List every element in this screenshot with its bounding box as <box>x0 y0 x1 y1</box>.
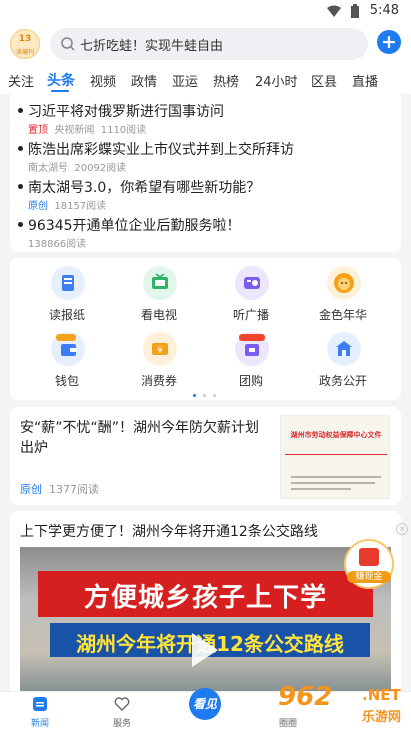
government-icon <box>327 332 361 366</box>
search-placeholder: 七折吃蛙！实现牛蛙自由 <box>80 39 224 54</box>
thumbnail-text-line <box>291 476 381 478</box>
battery-icon <box>351 4 359 18</box>
tv-icon <box>143 266 177 300</box>
play-icon[interactable] <box>192 633 218 667</box>
service-label: 政务公开 <box>318 374 367 388</box>
nav-label: 服务 <box>112 719 131 729</box>
wallet-icon <box>51 332 85 366</box>
service-label: 读报纸 <box>48 308 85 322</box>
plus-icon: + <box>381 31 397 53</box>
nav-label: 看见 <box>192 697 217 711</box>
news-title: 陈浩出席彩蝶实业上市仪式并到上交所拜访 <box>28 142 294 158</box>
app-logo[interactable]: 13 读编刊 <box>10 29 40 59</box>
newspaper-icon <box>51 266 85 300</box>
article-title: 上下学更方便了！湖州今年将开通12条公交路线 <box>20 524 318 540</box>
video-banner-top: 方便城乡孩子上下学 <box>38 571 373 617</box>
status-bar: 5:48 <box>0 0 411 24</box>
tab-hot-list[interactable]: 热榜 <box>213 71 239 90</box>
service-label: 团购 <box>238 374 263 388</box>
watermark-number: 962 <box>278 682 333 712</box>
radio-icon <box>235 266 269 300</box>
news-meta: 置顶 央视新闻 1110阅读 <box>28 121 146 136</box>
page-dot-active <box>193 394 196 397</box>
close-icon[interactable]: × <box>396 523 408 535</box>
top-header: 13 读编刊 七折吃蛙！实现牛蛙自由 + <box>0 24 411 64</box>
thumbnail-rule <box>285 454 387 455</box>
service-label: 听广播 <box>232 308 269 322</box>
earn-cash-button[interactable]: 赚现金 <box>344 539 394 589</box>
news-reads: 18157阅读 <box>54 201 107 212</box>
tab-live[interactable]: 直播 <box>352 71 378 90</box>
add-button[interactable]: + <box>377 30 401 54</box>
service-label: 看电视 <box>140 308 177 322</box>
tab-video[interactable]: 视频 <box>90 71 116 90</box>
article-card[interactable]: 安“薪”不忧“酬”！湖州今年防欠薪计划出炉 原创 1377阅读 湖州市劳动权益保… <box>10 407 401 505</box>
nav-label: 新闻 <box>30 719 49 729</box>
news-title: 南太湖号3.0，你希望有哪些新功能？ <box>28 180 261 196</box>
bullet-dot <box>18 184 23 189</box>
article-thumbnail: 湖州市劳动权益保障中心文件 <box>280 415 390 499</box>
tab-fade <box>382 64 411 94</box>
news-source: 南太湖号 <box>28 163 68 174</box>
video-thumbnail[interactable]: 方便城乡孩子上下学 湖州今年将开通12条公交路线 <box>20 547 391 697</box>
original-tag: 原创 <box>28 201 48 212</box>
page-dot <box>213 394 216 397</box>
pinned-tag: 置顶 <box>28 125 48 136</box>
groupbuy-icon <box>235 332 269 366</box>
tab-24h[interactable]: 24小时 <box>255 71 298 90</box>
original-tag: 原创 <box>20 483 42 496</box>
thumbnail-heading: 湖州市劳动权益保障中心文件 <box>290 430 382 439</box>
news-reads: 20092阅读 <box>74 163 127 174</box>
bullet-dot <box>18 222 23 227</box>
tab-counties[interactable]: 区县 <box>311 71 337 90</box>
search-input[interactable]: 七折吃蛙！实现牛蛙自由 <box>50 28 368 60</box>
news-reads: 1110阅读 <box>100 125 147 136</box>
video-article-card[interactable]: 上下学更方便了！湖州今年将开通12条公交路线 × 方便城乡孩子上下学 湖州今年将… <box>10 511 408 697</box>
bullet-dot <box>18 108 23 113</box>
search-icon <box>61 37 75 51</box>
news-icon <box>33 697 47 711</box>
nav-see-button[interactable]: 看见 <box>189 688 221 720</box>
bullet-dot <box>18 146 23 151</box>
earn-cash-label: 赚现金 <box>347 571 391 583</box>
headline-list: 习近平将对俄罗斯进行国事访问 置顶 央视新闻 1110阅读 陈浩出席彩蝶实业上市… <box>10 94 401 252</box>
service-label: 消费券 <box>140 374 177 388</box>
logo-caption: 读编刊 <box>15 49 34 56</box>
tab-politics[interactable]: 政情 <box>131 71 157 90</box>
service-label: 金色年华 <box>318 308 367 322</box>
news-reads: 138866阅读 <box>28 239 87 250</box>
tab-active-indicator <box>51 90 69 92</box>
service-grid: 读报纸 看电视 听广播 金色年华 钱包 ¥ 消费券 团购 政务公开 <box>10 258 401 400</box>
tab-asian-games[interactable]: 亚运 <box>172 71 198 90</box>
article-title: 安“薪”不忧“酬”！湖州今年防欠薪计划出炉 <box>20 420 260 456</box>
red-envelope-icon <box>359 548 379 566</box>
video-banner-text: 方便城乡孩子上下学 <box>83 583 327 613</box>
news-title: 96345开通单位企业后勤服务啦！ <box>28 218 241 234</box>
channel-tabs: 关注 头条 视频 政情 亚运 热榜 24小时 区县 直播 <box>0 64 411 94</box>
status-time: 5:48 <box>369 3 399 18</box>
news-source: 央视新闻 <box>54 125 95 136</box>
svg-text:¥: ¥ <box>157 346 163 356</box>
article-meta: 原创 1377阅读 <box>20 481 99 497</box>
heart-icon <box>114 697 130 711</box>
news-meta: 138866阅读 <box>28 235 86 250</box>
page-dot <box>203 394 206 397</box>
watermark-name: 乐游网 <box>362 710 402 725</box>
article-reads: 1377阅读 <box>49 483 99 496</box>
news-meta: 南太湖号 20092阅读 <box>28 159 126 174</box>
news-meta: 原创 18157阅读 <box>28 197 106 212</box>
watermark-domain: .NET <box>362 686 401 704</box>
tab-headlines[interactable]: 头条 <box>47 70 75 90</box>
coupon-icon: ¥ <box>143 332 177 366</box>
site-watermark: 962 .NET 乐游网 <box>268 676 411 732</box>
service-label: 钱包 <box>54 374 79 388</box>
news-title: 习近平将对俄罗斯进行国事访问 <box>28 104 224 120</box>
thumbnail-text-line <box>291 482 375 484</box>
thumbnail-text-line <box>291 488 351 490</box>
lion-icon <box>327 266 361 300</box>
tab-follow[interactable]: 关注 <box>8 71 34 90</box>
wifi-icon <box>327 5 341 17</box>
logo-number: 13 <box>18 34 32 44</box>
